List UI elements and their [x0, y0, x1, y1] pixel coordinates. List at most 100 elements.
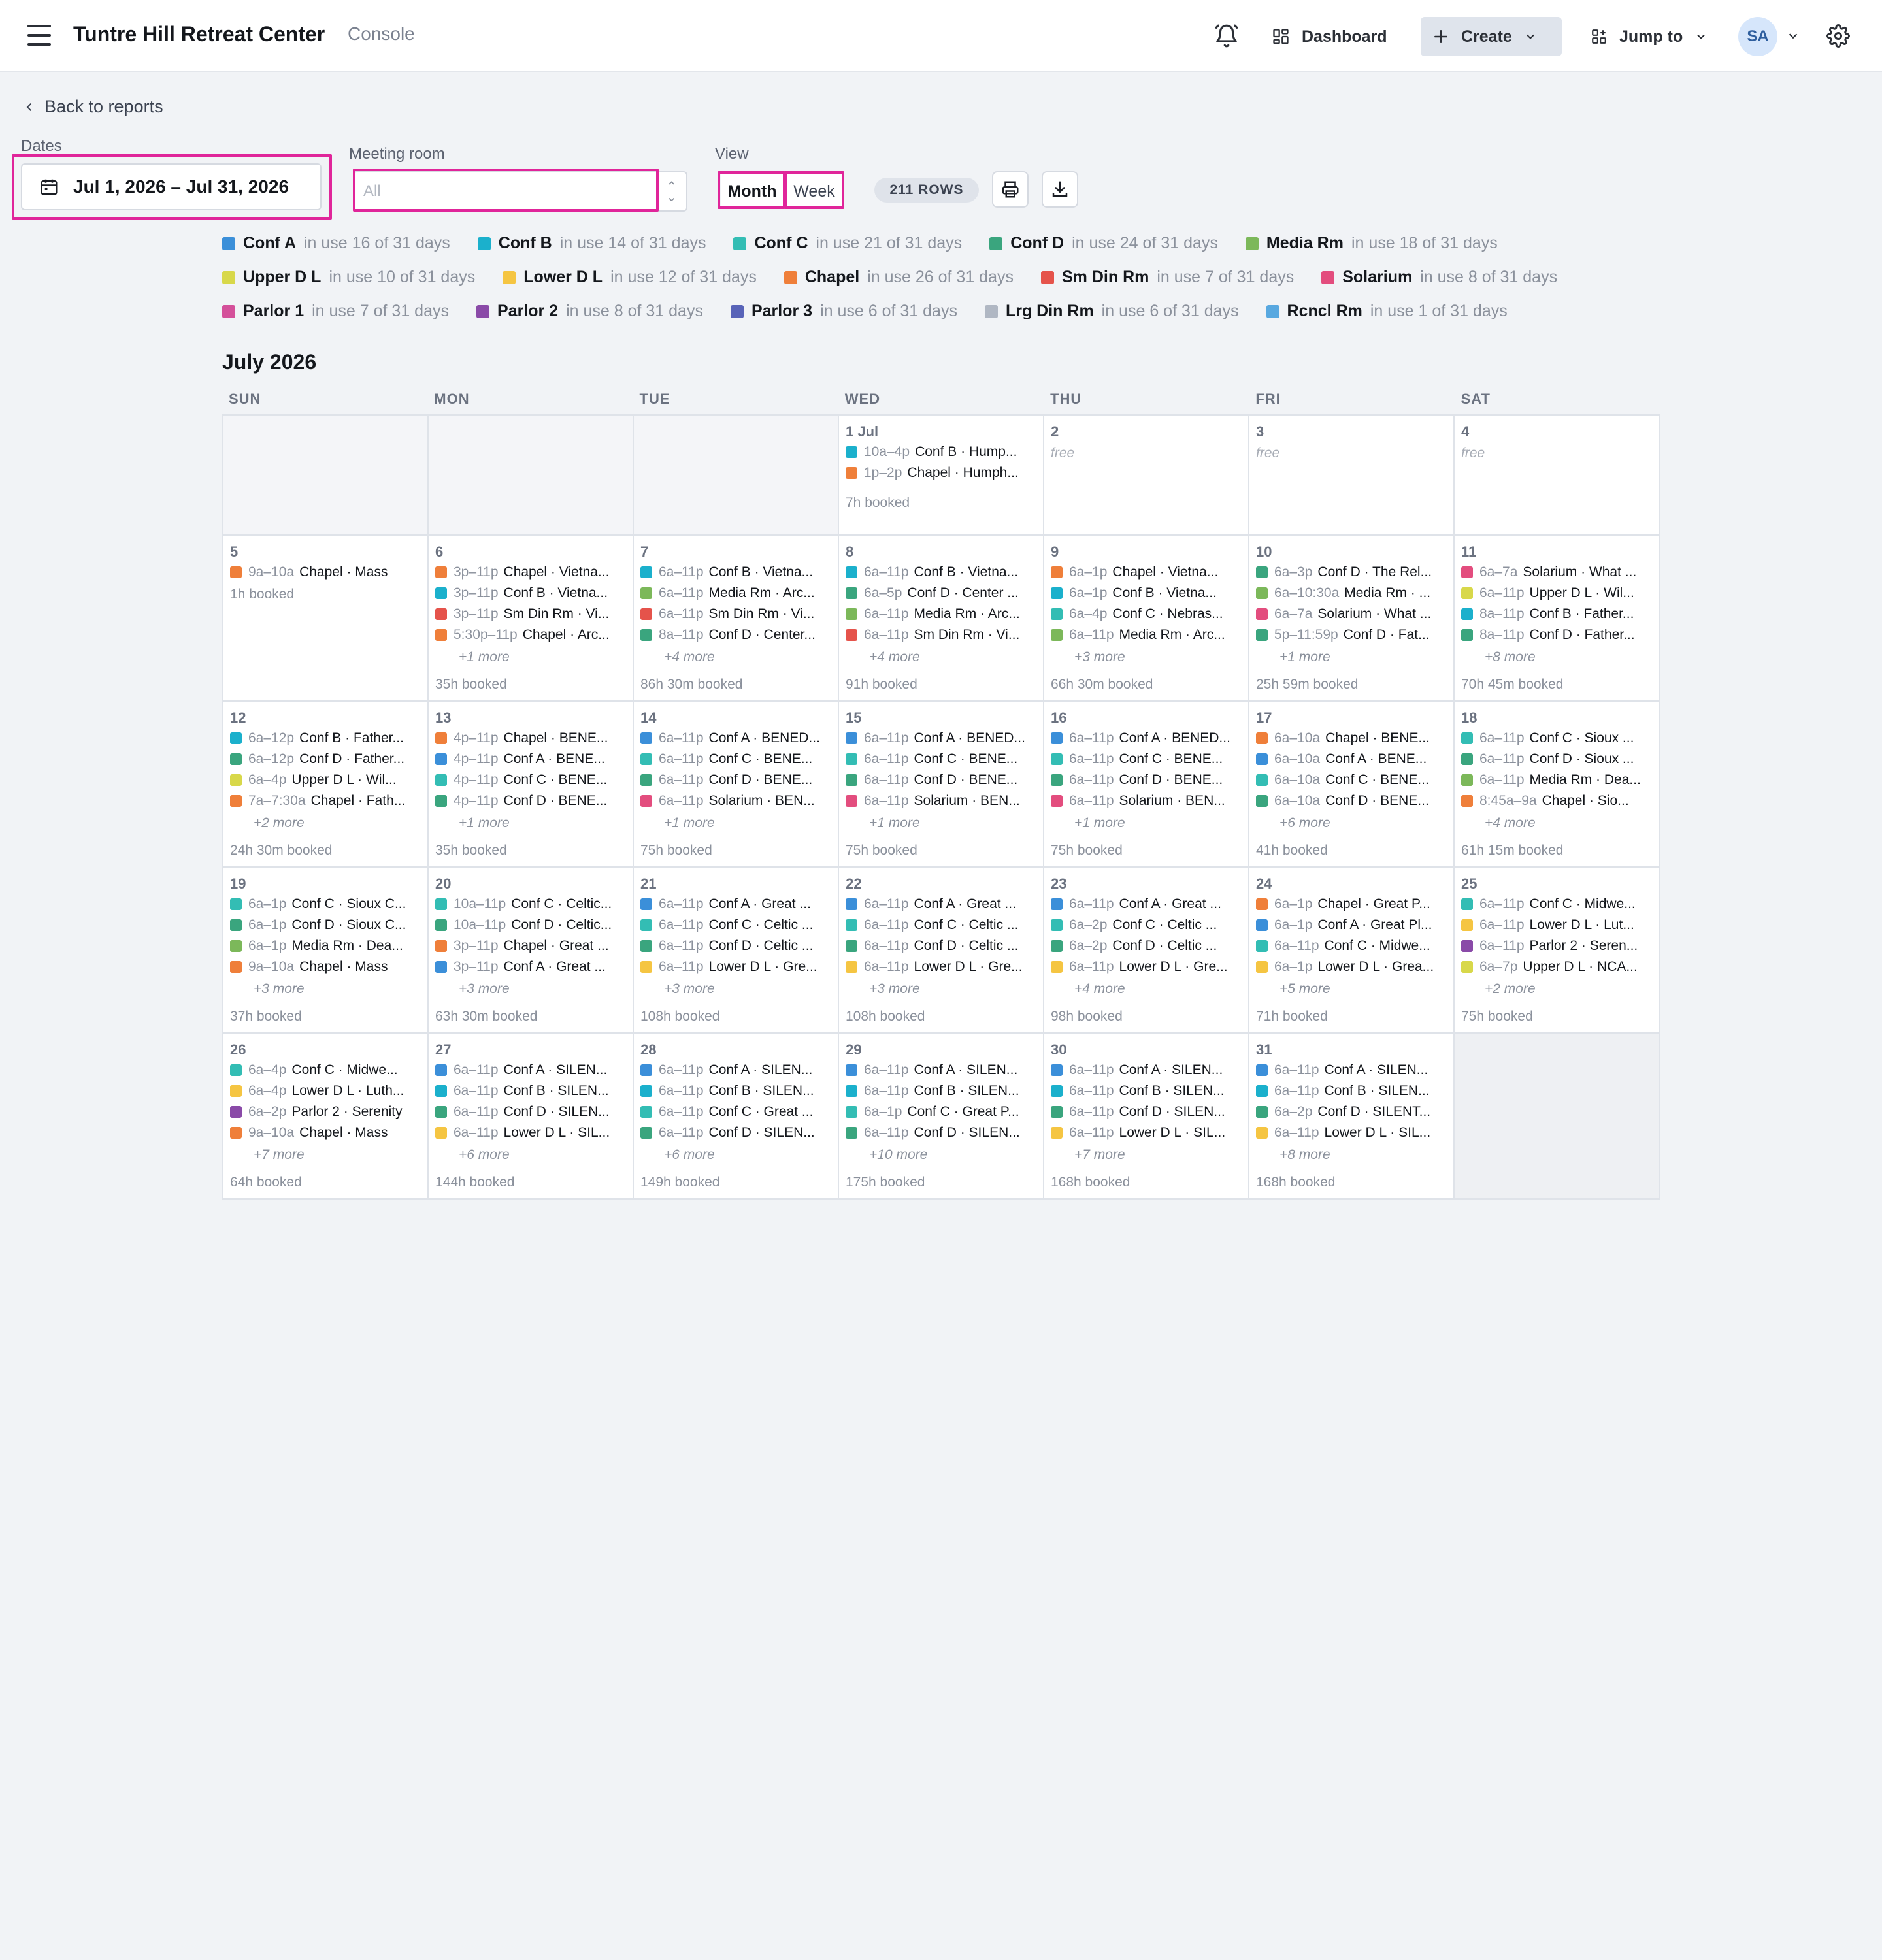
- booking-event[interactable]: 6a–11p Conf C · BENE...: [640, 749, 833, 770]
- dashboard-button[interactable]: Dashboard: [1260, 17, 1399, 56]
- booking-event[interactable]: 6a–11p Conf D · Celtic ...: [846, 936, 1038, 956]
- booking-event[interactable]: 6a–11p Conf A · BENED...: [640, 728, 833, 749]
- calendar-day-cell[interactable]: 15 6a–11p Conf A · BENED... 6a–11p Conf C · …: [839, 702, 1044, 868]
- booking-event[interactable]: 6a–12p Conf B · Father...: [230, 728, 422, 749]
- legend-item[interactable]: Upper D L in use 10 of 31 days: [222, 268, 475, 287]
- calendar-day-cell[interactable]: 5 9a–10a Chapel · Mass 1h booked: [223, 536, 429, 702]
- booking-event[interactable]: 6a–11p Media Rm · Arc...: [1051, 625, 1243, 645]
- booking-event[interactable]: 6a–11p Conf B · Vietna...: [846, 562, 1038, 583]
- booking-event[interactable]: 6a–11p Lower D L · SIL...: [1051, 1122, 1243, 1143]
- booking-event[interactable]: 6a–11p Conf A · SILEN...: [435, 1060, 627, 1081]
- booking-event[interactable]: 6a–2p Conf D · SILENT...: [1256, 1102, 1448, 1122]
- download-button[interactable]: [1042, 171, 1078, 208]
- booking-event[interactable]: 9a–10a Chapel · Mass: [230, 956, 422, 977]
- legend-item[interactable]: Parlor 1 in use 7 of 31 days: [222, 302, 449, 321]
- booking-event[interactable]: 6a–11p Conf C · Celtic ...: [640, 915, 833, 936]
- calendar-day-cell[interactable]: 10 6a–3p Conf D · The Rel... 6a–10:30a Media…: [1249, 536, 1455, 702]
- calendar-day-cell[interactable]: 11 6a–7a Solarium · What ... 6a–11p Upper D …: [1455, 536, 1660, 702]
- calendar-day-cell[interactable]: 6 3p–11p Chapel · Vietna... 3p–11p Conf B · …: [429, 536, 634, 702]
- more-events-link[interactable]: +3 more: [1051, 649, 1243, 669]
- booking-event[interactable]: 4p–11p Conf D · BENE...: [435, 791, 627, 811]
- more-events-link[interactable]: +8 more: [1256, 1147, 1448, 1167]
- calendar-day-cell[interactable]: 27 6a–11p Conf A · SILEN... 6a–11p Conf B · …: [429, 1034, 634, 1200]
- booking-event[interactable]: 8a–11p Conf D · Father...: [1461, 625, 1653, 645]
- booking-event[interactable]: 6a–11p Lower D L · SIL...: [1256, 1122, 1448, 1143]
- booking-event[interactable]: 6a–2p Conf C · Celtic ...: [1051, 915, 1243, 936]
- legend-item[interactable]: Sm Din Rm in use 7 of 31 days: [1041, 268, 1294, 287]
- booking-event[interactable]: 6a–12p Conf D · Father...: [230, 749, 422, 770]
- print-button[interactable]: [992, 171, 1029, 208]
- booking-event[interactable]: 6a–4p Upper D L · Wil...: [230, 770, 422, 791]
- booking-event[interactable]: 6a–11p Lower D L · Gre...: [1051, 956, 1243, 977]
- more-events-link[interactable]: +4 more: [1461, 815, 1653, 835]
- booking-event[interactable]: 6a–7a Solarium · What ...: [1461, 562, 1653, 583]
- jump-to-button[interactable]: Jump to: [1579, 17, 1719, 56]
- booking-event[interactable]: 3p–11p Chapel · Vietna...: [435, 562, 627, 583]
- calendar-day-cell[interactable]: 23 6a–11p Conf A · Great ... 6a–2p Conf C · …: [1044, 868, 1249, 1034]
- booking-event[interactable]: 6a–11p Media Rm · Arc...: [640, 583, 833, 604]
- booking-event[interactable]: 6a–11p Conf A · SILEN...: [1256, 1060, 1448, 1081]
- legend-item[interactable]: Conf D in use 24 of 31 days: [989, 234, 1218, 253]
- booking-event[interactable]: 6a–2p Parlor 2 · Serenity: [230, 1102, 422, 1122]
- booking-event[interactable]: 6a–1p Chapel · Great P...: [1256, 894, 1448, 915]
- booking-event[interactable]: 7a–7:30a Chapel · Fath...: [230, 791, 422, 811]
- booking-event[interactable]: 9a–10a Chapel · Mass: [230, 562, 422, 583]
- booking-event[interactable]: 6a–11p Lower D L · SIL...: [435, 1122, 627, 1143]
- booking-event[interactable]: 6a–1p Chapel · Vietna...: [1051, 562, 1243, 583]
- booking-event[interactable]: 6a–7p Upper D L · NCA...: [1461, 956, 1653, 977]
- booking-event[interactable]: 6a–11p Upper D L · Wil...: [1461, 583, 1653, 604]
- booking-event[interactable]: 6a–11p Conf A · Great ...: [640, 894, 833, 915]
- booking-event[interactable]: 6a–11p Solarium · BEN...: [640, 791, 833, 811]
- booking-event[interactable]: 6a–1p Lower D L · Grea...: [1256, 956, 1448, 977]
- booking-event[interactable]: 6a–4p Conf C · Nebras...: [1051, 604, 1243, 625]
- legend-item[interactable]: Rcncl Rm in use 1 of 31 days: [1266, 302, 1508, 321]
- hamburger-menu-icon[interactable]: [27, 25, 51, 46]
- booking-event[interactable]: 6a–11p Conf C · Celtic ...: [846, 915, 1038, 936]
- booking-event[interactable]: 6a–10a Chapel · BENE...: [1256, 728, 1448, 749]
- legend-item[interactable]: Chapel in use 26 of 31 days: [784, 268, 1014, 287]
- booking-event[interactable]: 6a–5p Conf D · Center ...: [846, 583, 1038, 604]
- legend-item[interactable]: Conf B in use 14 of 31 days: [477, 234, 706, 253]
- booking-event[interactable]: 6a–11p Conf C · BENE...: [1051, 749, 1243, 770]
- more-events-link[interactable]: +3 more: [846, 981, 1038, 1001]
- booking-event[interactable]: 6a–11p Conf D · Sioux ...: [1461, 749, 1653, 770]
- calendar-day-cell[interactable]: 21 6a–11p Conf A · Great ... 6a–11p Conf C ·…: [634, 868, 839, 1034]
- booking-event[interactable]: 6a–11p Conf D · SILEN...: [435, 1102, 627, 1122]
- booking-event[interactable]: 6a–11p Conf A · SILEN...: [1051, 1060, 1243, 1081]
- booking-event[interactable]: 6a–11p Conf D · SILEN...: [640, 1122, 833, 1143]
- booking-event[interactable]: 6a–11p Conf C · Midwe...: [1461, 894, 1653, 915]
- booking-event[interactable]: 6a–10a Conf C · BENE...: [1256, 770, 1448, 791]
- legend-item[interactable]: Parlor 3 in use 6 of 31 days: [730, 302, 957, 321]
- more-events-link[interactable]: +8 more: [1461, 649, 1653, 669]
- booking-event[interactable]: 6a–11p Lower D L · Gre...: [846, 956, 1038, 977]
- meeting-room-select[interactable]: All ⌃ ⌄: [353, 171, 687, 212]
- booking-event[interactable]: 6a–11p Lower D L · Gre...: [640, 956, 833, 977]
- booking-event[interactable]: 6a–11p Media Rm · Dea...: [1461, 770, 1653, 791]
- calendar-day-cell[interactable]: 19 6a–1p Conf C · Sioux C... 6a–1p Conf D · …: [223, 868, 429, 1034]
- alarm-bell-icon[interactable]: [1210, 20, 1243, 52]
- booking-event[interactable]: 6a–11p Conf B · SILEN...: [846, 1081, 1038, 1102]
- calendar-day-cell[interactable]: 22 6a–11p Conf A · Great ... 6a–11p Conf C ·…: [839, 868, 1044, 1034]
- booking-event[interactable]: 6a–11p Parlor 2 · Seren...: [1461, 936, 1653, 956]
- booking-event[interactable]: 8:45a–9a Chapel · Sio...: [1461, 791, 1653, 811]
- calendar-day-cell[interactable]: 24 6a–1p Chapel · Great P... 6a–1p Conf A · …: [1249, 868, 1455, 1034]
- legend-item[interactable]: Solarium in use 8 of 31 days: [1321, 268, 1557, 287]
- booking-event[interactable]: 6a–11p Conf D · BENE...: [846, 770, 1038, 791]
- more-events-link[interactable]: +2 more: [230, 815, 422, 835]
- booking-event[interactable]: 6a–11p Conf A · BENED...: [1051, 728, 1243, 749]
- booking-event[interactable]: 4p–11p Conf C · BENE...: [435, 770, 627, 791]
- more-events-link[interactable]: +3 more: [640, 981, 833, 1001]
- booking-event[interactable]: 6a–11p Conf A · SILEN...: [846, 1060, 1038, 1081]
- booking-event[interactable]: 1p–2p Chapel · Humph...: [846, 463, 1038, 483]
- more-events-link[interactable]: +4 more: [846, 649, 1038, 669]
- booking-event[interactable]: 4p–11p Chapel · BENE...: [435, 728, 627, 749]
- calendar-day-cell[interactable]: 16 6a–11p Conf A · BENED... 6a–11p Conf C · …: [1044, 702, 1249, 868]
- booking-event[interactable]: 3p–11p Sm Din Rm · Vi...: [435, 604, 627, 625]
- more-events-link[interactable]: +1 more: [1256, 649, 1448, 669]
- booking-event[interactable]: 6a–11p Conf A · SILEN...: [640, 1060, 833, 1081]
- booking-event[interactable]: 5p–11:59p Conf D · Fat...: [1256, 625, 1448, 645]
- calendar-day-cell[interactable]: 25 6a–11p Conf C · Midwe... 6a–11p Lower D L…: [1455, 868, 1660, 1034]
- booking-event[interactable]: 6a–7a Solarium · What ...: [1256, 604, 1448, 625]
- more-events-link[interactable]: +4 more: [640, 649, 833, 669]
- booking-event[interactable]: 6a–10a Conf D · BENE...: [1256, 791, 1448, 811]
